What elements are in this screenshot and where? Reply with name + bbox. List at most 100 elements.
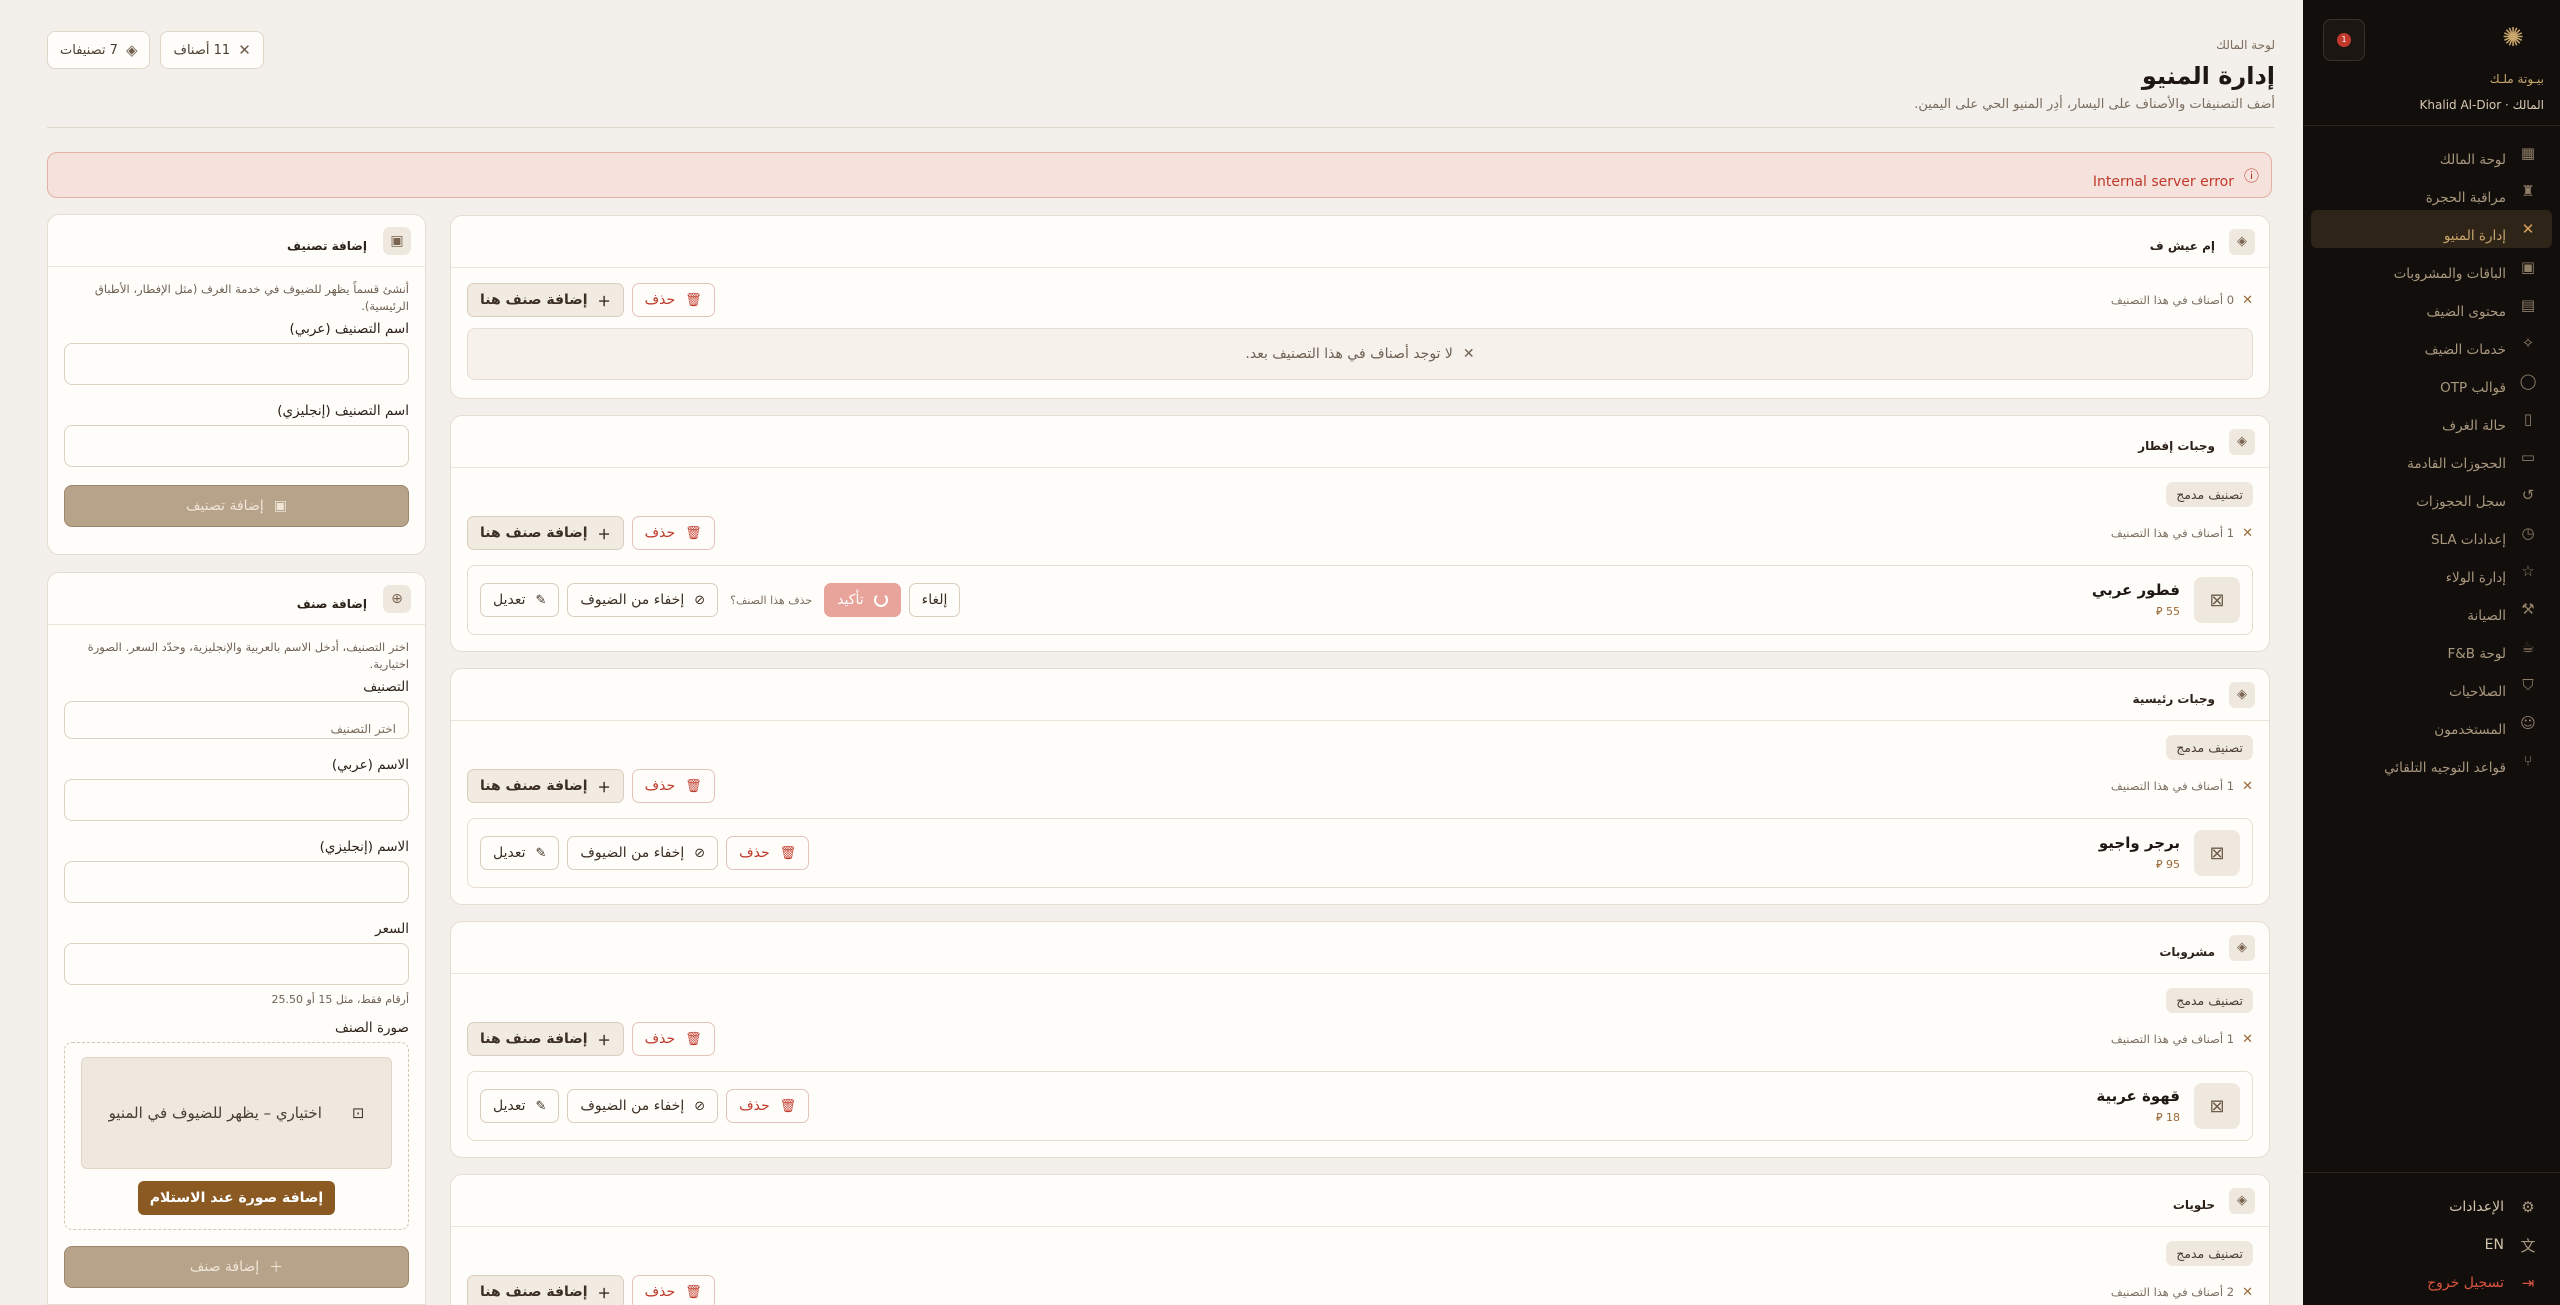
hide-from-guests-button[interactable]: ⊘ إخفاء من الضيوف: [567, 1089, 719, 1123]
category-item-count: ✕ 1 أصناف في هذا التصنيف: [2110, 525, 2253, 541]
delete-category-button[interactable]: 🗑 حذف: [631, 1275, 715, 1305]
category-actions: ＋ إضافة صنف هنا 🗑 حذف: [467, 769, 715, 803]
price-input[interactable]: [64, 943, 409, 985]
language-toggle[interactable]: 文 EN: [2311, 1226, 2552, 1264]
sidebar-item-fnb-dashboard[interactable]: ☕ لوحة F&B: [2311, 628, 2552, 666]
sidebar-item-sla-settings[interactable]: ◷ إعدادات SLA: [2311, 514, 2552, 552]
sidebar-item-owner-dashboard[interactable]: ▦ لوحة المالك: [2311, 134, 2552, 172]
layers-icon: ◈: [2229, 1187, 2255, 1214]
sidebar-item-guest-content[interactable]: ▤ محتوى الضيف: [2311, 286, 2552, 324]
delete-item-button[interactable]: 🗑 حذف: [726, 1089, 810, 1123]
panel-title: إضافة صنف: [296, 596, 367, 611]
category-name-ar-input[interactable]: [64, 343, 409, 385]
plus-icon: ＋: [597, 527, 611, 543]
panel-title: إضافة تصنيف: [287, 238, 367, 253]
category-actions: ＋ إضافة صنف هنا 🗑 حذف: [467, 1022, 715, 1056]
menu-item-row: ⊠ فطور عربي 55 ⃁ ✎ تعديل ⊘ إخفاء من الضيوف…: [467, 565, 2253, 635]
sidebar-item-maintenance[interactable]: ⚒ الصيانة: [2311, 590, 2552, 628]
notification-count-badge: 1: [2337, 33, 2351, 47]
sidebar-item-menu-management[interactable]: ✕ إدارة المنيو: [2311, 210, 2552, 248]
upload-image-button[interactable]: إضافة صورة عند الاستلام: [137, 1181, 336, 1215]
hide-from-guests-button[interactable]: ⊘ إخفاء من الضيوف: [567, 836, 719, 870]
item-name: قهوة عربية: [2096, 1087, 2180, 1105]
logout-button[interactable]: ⇥ تسجيل خروج: [2311, 1264, 2552, 1302]
menu-item-info: ⊠ فطور عربي 55 ⃁: [2092, 577, 2240, 623]
item-name-ar-input[interactable]: [64, 779, 409, 821]
gift-icon: ▣: [2520, 258, 2536, 276]
sidebar-item-upcoming-bookings[interactable]: ▭ الحجوزات القادمة: [2311, 438, 2552, 476]
item-name-en-input[interactable]: [64, 861, 409, 903]
plus-icon: ＋: [597, 1286, 611, 1302]
add-item-button[interactable]: ＋ إضافة صنف: [64, 1246, 409, 1288]
image-off-icon: ⊠: [2194, 830, 2240, 876]
current-user: المالك · Khalid Al-Dior: [2419, 98, 2544, 112]
fork-knife-icon: ✕: [2242, 778, 2253, 794]
sidebar-item-users[interactable]: ☺ المستخدمون: [2311, 704, 2552, 742]
trash-icon: 🗑: [685, 292, 702, 308]
layers-icon: ◈: [2229, 428, 2255, 455]
cup-icon: ☕: [2521, 638, 2535, 656]
stats-chips: ◈ 7 تصنيفات ✕ 11 أصناف: [47, 31, 264, 69]
wrench-icon: ⚒: [2521, 600, 2535, 618]
sidebar-item-packages[interactable]: ▣ الباقات والمشروبات: [2311, 248, 2552, 286]
sidebar-item-permissions[interactable]: ⛉ الصلاحيات: [2311, 666, 2552, 704]
sidebar-item-booking-history[interactable]: ↺ سجل الحجوزات: [2311, 476, 2552, 514]
add-item-panel: ⊕ إضافة صنف اختر التصنيف، أدخل الاسم بال…: [47, 572, 426, 1305]
merged-category-badge: تصنيف مدمج: [2166, 988, 2253, 1013]
hide-from-guests-button[interactable]: ⊘ إخفاء من الضيوف: [567, 583, 719, 617]
delete-category-button[interactable]: 🗑 حذف: [631, 283, 715, 317]
trash-icon: 🗑: [685, 778, 702, 794]
notifications-button[interactable]: 1: [2323, 19, 2365, 61]
add-item-here-button[interactable]: ＋ إضافة صنف هنا: [467, 1022, 624, 1056]
edit-item-button[interactable]: ✎ تعديل: [480, 1089, 560, 1123]
folder-plus-icon: ▣: [383, 226, 411, 255]
empty-category-message: ✕ لا توجد أصناف في هذا التصنيف بعد.: [467, 328, 2253, 380]
category-item-count: ✕ 1 أصناف في هذا التصنيف: [2110, 1031, 2253, 1047]
category-card: ◈ وجبات إفطار تصنيف مدمج ✕ 1 أصناف في هذا…: [450, 415, 2270, 652]
category-controls: ✕ 2 أصناف في هذا التصنيف ＋ إضافة صنف هنا 🗑…: [467, 1274, 2253, 1305]
add-item-here-button[interactable]: ＋ إضافة صنف هنا: [467, 283, 624, 317]
item-name-ar-label: الاسم (عربي): [331, 757, 409, 773]
add-item-here-button[interactable]: ＋ إضافة صنف هنا: [467, 1275, 624, 1305]
item-actions: ✎ تعديل ⊘ إخفاء من الضيوف حذف هذا الصنف؟ ت…: [480, 583, 961, 617]
delete-item-button[interactable]: 🗑 حذف: [726, 836, 810, 870]
confirm-delete-button[interactable]: تأكيد: [824, 583, 901, 617]
plus-icon: ＋: [597, 294, 611, 310]
category-name: وجبات إفطار: [2138, 438, 2215, 453]
category-controls: ✕ 1 أصناف في هذا التصنيف ＋ إضافة صنف هنا 🗑…: [467, 768, 2253, 804]
door-icon: ▯: [2523, 410, 2533, 428]
image-dropzone[interactable]: ⊡ اختياري – يظهر للضيوف في المنيو: [81, 1057, 392, 1169]
trash-icon: 🗑: [779, 1098, 797, 1114]
sidebar-item-guest-services[interactable]: ✧ خدمات الضيف: [2311, 324, 2552, 362]
edit-item-button[interactable]: ✎ تعديل: [480, 836, 560, 870]
delete-category-button[interactable]: 🗑 حذف: [631, 516, 715, 550]
panel-body: اختر التصنيف، أدخل الاسم بالعربية والإنج…: [48, 625, 425, 1302]
sidebar-item-room-status[interactable]: ▯ حالة الغرف: [2311, 400, 2552, 438]
sidebar-item-loyalty[interactable]: ☆ إدارة الولاء: [2311, 552, 2552, 590]
fork-knife-icon: ✕: [1462, 346, 1475, 362]
category-body: تصنيف مدمج ✕ 1 أصناف في هذا التصنيف ＋ إضاف…: [451, 974, 2269, 1155]
add-item-here-button[interactable]: ＋ إضافة صنف هنا: [467, 769, 624, 803]
category-select[interactable]: اختر التصنيف: [64, 701, 409, 739]
category-name-en-input[interactable]: [64, 425, 409, 467]
category-controls: ✕ 1 أصناف في هذا التصنيف ＋ إضافة صنف هنا 🗑…: [467, 515, 2253, 551]
edit-item-button[interactable]: ✎ تعديل: [480, 583, 560, 617]
add-category-button[interactable]: ▣ إضافة تصنيف: [64, 485, 409, 527]
sidebar-item-room-monitor[interactable]: ♜ مراقبة الحجرة: [2311, 172, 2552, 210]
error-banner: ⓘ Internal server error: [47, 152, 2272, 198]
category-header: ◈ مشروبات: [451, 922, 2269, 974]
loading-spinner-icon: [873, 593, 888, 607]
sidebar-item-otp-templates[interactable]: ◯ قوالب OTP: [2311, 362, 2552, 400]
menu-categories: ◈ إم عيش ف ✕ 0 أصناف في هذا التصنيف ＋ إضاف…: [450, 215, 2270, 1305]
settings-link[interactable]: ⚙ الإعدادات: [2311, 1188, 2552, 1226]
star-icon: ☆: [2521, 562, 2535, 580]
delete-category-button[interactable]: 🗑 حذف: [631, 1022, 715, 1056]
logout-icon: ⇥: [2521, 1274, 2535, 1292]
delete-category-button[interactable]: 🗑 حذف: [631, 769, 715, 803]
cancel-delete-button[interactable]: إلغاء: [908, 583, 961, 617]
image-upload-area: ⊡ اختياري – يظهر للضيوف في المنيو إضافة …: [64, 1042, 409, 1230]
layers-icon: ◈: [2229, 681, 2255, 708]
sidebar-item-auto-routing[interactable]: ⑂ قواعد التوجيه التلقائي: [2311, 742, 2552, 780]
add-item-here-button[interactable]: ＋ إضافة صنف هنا: [467, 516, 624, 550]
route-icon: ⑂: [2523, 752, 2533, 770]
